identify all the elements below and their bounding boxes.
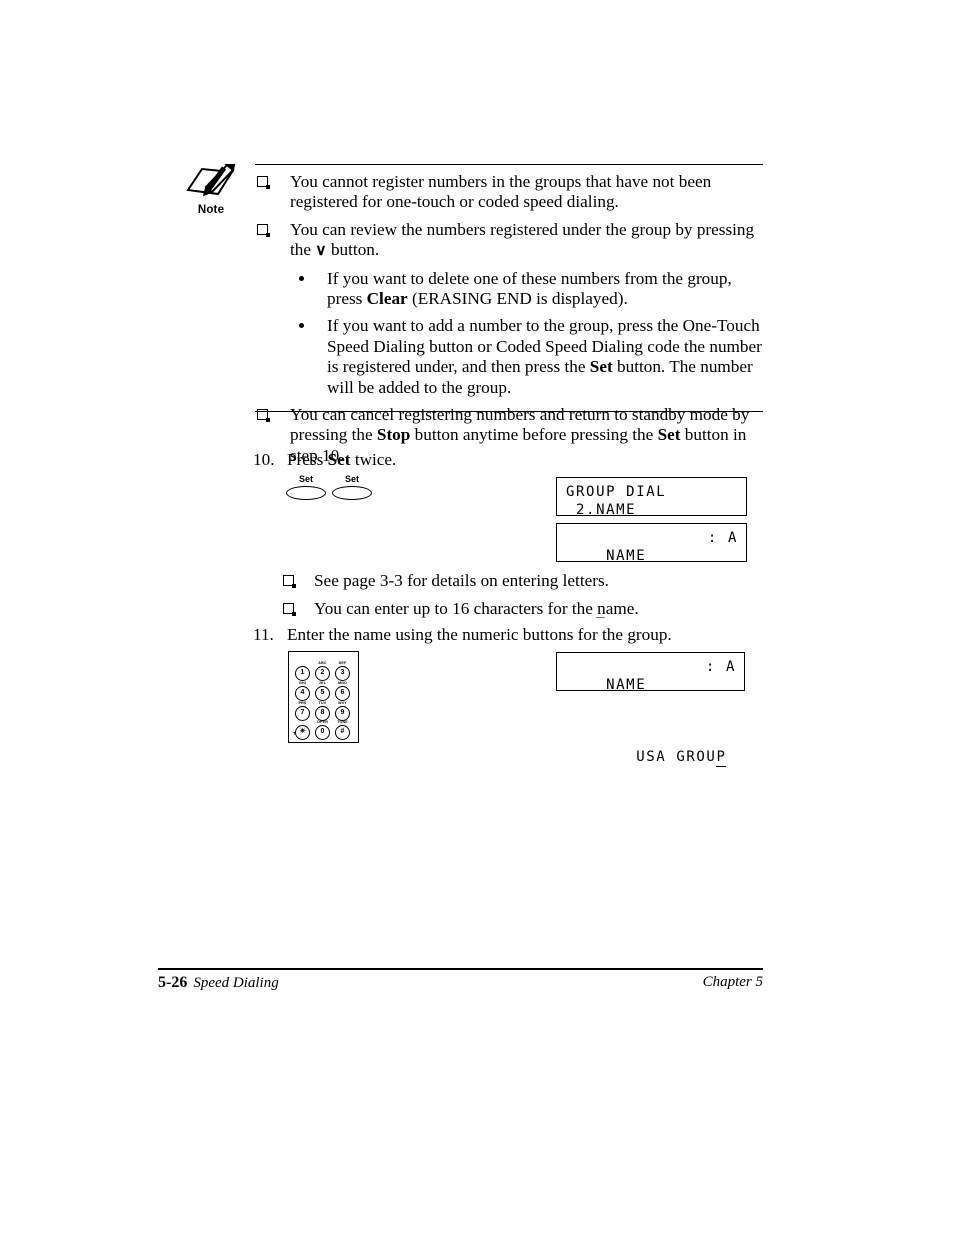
note-item-text: If you want to add a number to the group…: [327, 316, 762, 396]
mid-note-item: You can enter up to 16 characters for th…: [283, 599, 753, 619]
text-run: (ERASING END is displayed).: [407, 289, 628, 309]
keypad-key-4[interactable]: 4: [295, 686, 310, 701]
keypad-letters-label: TUV: [318, 701, 327, 705]
keypad-letters-label: OPER: [317, 720, 328, 724]
page-footer: 5-26 Speed Dialing Chapter 5: [158, 974, 763, 998]
keypad-key-star[interactable]: ✳: [295, 725, 310, 740]
note-item-list: You cannot register numbers in the group…: [255, 172, 770, 468]
lcd-3-line-1-left: NAME: [606, 677, 647, 693]
bold-term: Set: [589, 357, 613, 377]
lcd-display-name-usa-group: NAME : A USA GROUP: [556, 652, 745, 767]
keypad-key-5[interactable]: 5: [315, 686, 330, 701]
step-11-text: Enter the name using the numeric buttons…: [253, 625, 723, 645]
lcd-3-line-1: NAME : A: [566, 658, 736, 730]
keypad-key-6[interactable]: 6: [335, 686, 350, 701]
keypad-key-8[interactable]: 8: [315, 706, 330, 721]
footer-left-group: 5-26 Speed Dialing: [158, 974, 279, 992]
note-dot-item: If you want to delete one of these numbe…: [291, 269, 770, 310]
square-bullet-icon: [283, 603, 296, 617]
note-item-text: You cannot register numbers in the group…: [290, 172, 711, 211]
lcd-3-line-2-text: USA GROU: [606, 749, 717, 765]
set-button-1-oval: [286, 486, 326, 500]
keypad-letters-label: WXY: [338, 701, 347, 705]
footer-page-number: 5-26: [158, 974, 188, 991]
keypad-letters-label: MNO: [338, 681, 347, 685]
lcd-display-name-empty: NAME : A _: [556, 523, 747, 618]
mid-note-item: See page 3-3 for details on entering let…: [283, 571, 753, 591]
set-button-1-label: Set: [298, 474, 313, 484]
text-run: You cannot register numbers in the group…: [290, 172, 712, 212]
step-11: 11. Enter the name using the numeric but…: [253, 625, 723, 645]
set-button-2[interactable]: Set: [329, 474, 375, 500]
square-bullet-icon: [257, 176, 270, 189]
bold-term: Set: [657, 425, 681, 445]
square-bullet-icon: [283, 575, 296, 588]
keypad-letters-label: TONE: [337, 720, 348, 724]
note-square-item: You can review the numbers registered un…: [255, 220, 770, 262]
footer-chapter-label: Chapter 5: [702, 974, 763, 990]
bold-term: Stop: [376, 425, 411, 445]
footer-divider: [158, 968, 763, 970]
mid-note-text: See page 3-3 for details on entering let…: [314, 571, 609, 590]
note-icon-label: Note: [197, 204, 225, 216]
step-10-number: 10.: [253, 450, 275, 469]
numeric-keypad-illustration: Tone 1ABC2DEF3GHI4JKL5MNO6PRS7TUV8WXY9✳O…: [288, 651, 359, 743]
dot-bullet-icon: [299, 275, 304, 281]
note-pencil-icon: [186, 163, 236, 197]
lcd-1-line-2: 2.NAME: [566, 502, 637, 518]
keypad-letters-label: ABC: [318, 661, 327, 665]
footer-section-title: Speed Dialing: [193, 975, 279, 991]
square-bullet-icon: [257, 409, 270, 423]
keypad-letters-label: GHI: [299, 681, 306, 685]
lcd-3-line-1-right: : A: [705, 659, 736, 675]
lcd-3-line-2: USA GROUP: [566, 730, 736, 784]
note-square-item: You cannot register numbers in the group…: [255, 172, 770, 213]
lcd-display-group-dial: GROUP DIAL 2.NAME: [556, 477, 747, 518]
chevron-down-icon: ∨: [315, 242, 327, 260]
keypad-letters-label: DEF: [338, 661, 347, 665]
keypad-key-1[interactable]: 1: [295, 666, 310, 681]
note-icon-group: Note: [180, 163, 242, 216]
keypad-key-9[interactable]: 9: [335, 706, 350, 721]
keypad-letters-label: JKL: [318, 681, 327, 685]
lcd-2-line-1-right: : A: [707, 530, 738, 546]
set-button-2-label: Set: [344, 474, 359, 484]
text-run: Enter the name using the numeric buttons…: [287, 625, 672, 644]
keypad-key-0[interactable]: 0: [315, 725, 330, 740]
note-item-text: You can review the numbers registered un…: [290, 220, 754, 259]
keypad-key-hash[interactable]: #: [335, 725, 350, 740]
text-run: button.: [326, 240, 380, 260]
mid-note-text: You can enter up to 16 characters for th…: [314, 599, 639, 619]
keypad-key-3[interactable]: 3: [335, 666, 350, 681]
lcd-3-cursor-char: P: [716, 749, 727, 767]
square-bullet-icon: [257, 223, 270, 237]
note-dot-item: If you want to add a number to the group…: [291, 316, 770, 398]
text-run: button anytime before pressing the: [410, 425, 658, 445]
keypad-letters-label: PRS: [298, 701, 307, 705]
step-11-number: 11.: [253, 625, 274, 644]
step-10-text: Press Set twice.: [253, 450, 673, 470]
text-run: twice.: [350, 450, 397, 469]
set-button-1[interactable]: Set: [283, 474, 329, 500]
set-button-illustration: Set Set: [283, 474, 413, 506]
keypad-key-2[interactable]: 2: [315, 666, 330, 681]
bold-term: Set: [327, 450, 351, 469]
text-run: Press: [287, 450, 328, 469]
note-top-divider: [255, 164, 763, 165]
mid-note-list: See page 3-3 for details on entering let…: [283, 571, 753, 628]
note-item-text: If you want to delete one of these numbe…: [327, 269, 732, 308]
set-button-2-oval: [332, 486, 372, 500]
keypad-key-7[interactable]: 7: [295, 706, 310, 721]
lcd-2-line-1-left: NAME: [606, 548, 647, 564]
step-10: 10. Press Set twice.: [253, 450, 673, 470]
bold-term: Clear: [366, 289, 408, 309]
lcd-1-line-1: GROUP DIAL: [566, 484, 667, 500]
dot-bullet-icon: [299, 323, 304, 329]
